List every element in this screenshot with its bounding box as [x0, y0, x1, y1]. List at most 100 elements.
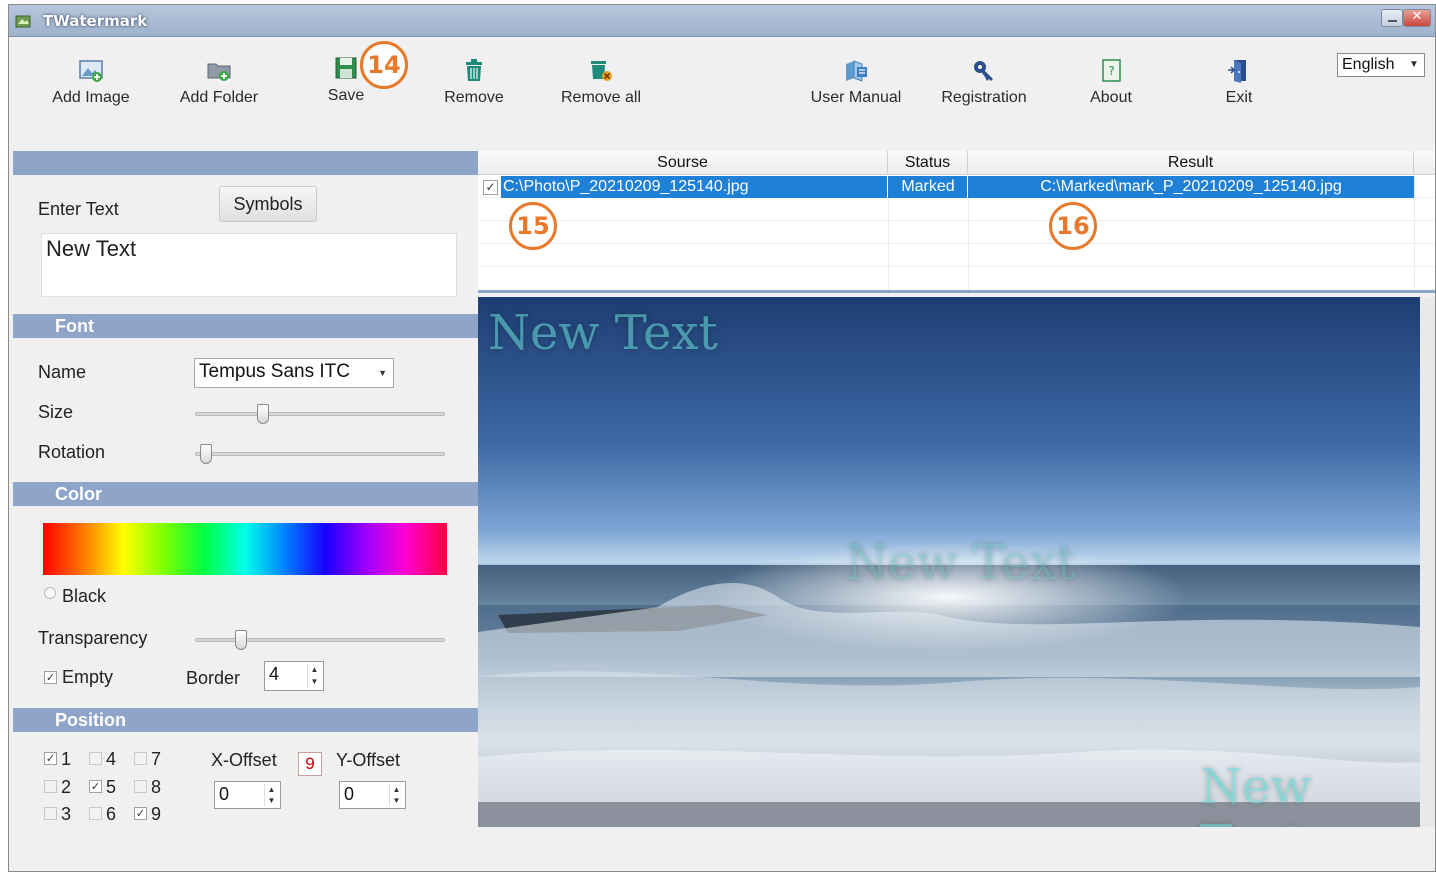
position-checkbox-2[interactable] [44, 780, 57, 793]
exit-button[interactable]: Exit [1179, 56, 1299, 116]
font-name-label: Name [38, 362, 87, 382]
app-icon [15, 15, 31, 28]
user-manual-button[interactable]: User Manual [796, 56, 916, 116]
position-checkbox-7[interactable] [134, 752, 147, 765]
position-label-3: 3 [61, 804, 72, 824]
user-manual-icon [846, 60, 867, 82]
y-offset-spinner[interactable]: 0 ▲ ▼ [339, 781, 406, 809]
column-header-status[interactable]: Status [888, 151, 968, 175]
key-icon [974, 61, 993, 81]
black-radio[interactable] [44, 587, 56, 599]
panel-header-bar [13, 151, 478, 175]
position-checkbox-6[interactable] [89, 807, 102, 820]
font-size-slider[interactable] [195, 404, 445, 424]
chevron-down-icon: ▼ [1409, 59, 1419, 70]
remove-all-icon [591, 61, 612, 81]
spinner-arrows-icon[interactable]: ▲ ▼ [389, 784, 403, 806]
slider-track [195, 412, 445, 416]
slider-track [195, 638, 445, 642]
about-label: About [1090, 89, 1132, 106]
slider-thumb[interactable] [257, 404, 269, 424]
black-label: Black [62, 586, 107, 606]
transparency-label: Transparency [38, 628, 148, 648]
font-size-label: Size [38, 402, 74, 422]
vertical-scrollbar[interactable] [1420, 297, 1435, 827]
registration-label: Registration [941, 89, 1027, 106]
rotation-label: Rotation [38, 442, 106, 462]
border-spinner[interactable]: 4 ▲ ▼ [264, 661, 324, 691]
slider-thumb[interactable] [200, 444, 212, 464]
position-checkbox-3[interactable] [44, 807, 57, 820]
about-button[interactable]: ? About [1051, 56, 1171, 116]
add-folder-label: Add Folder [179, 89, 259, 106]
transparency-slider[interactable] [195, 630, 445, 650]
add-image-button[interactable]: Add Image [31, 56, 151, 116]
position-checkbox-8[interactable] [134, 780, 147, 793]
position-checkbox-1[interactable]: ✓ [44, 752, 57, 765]
position-label-4: 4 [106, 749, 117, 769]
exit-icon [1228, 60, 1246, 83]
user-manual-label: User Manual [810, 89, 902, 106]
color-spectrum-picker[interactable] [43, 523, 447, 575]
settings-panel: Enter Text Symbols New Text Font Name Te… [13, 151, 478, 871]
title-bar: TWatermark ✕ [9, 5, 1435, 37]
spinner-arrows-icon[interactable]: ▲ ▼ [264, 784, 278, 806]
save-icon [335, 57, 357, 79]
border-value: 4 [269, 664, 280, 684]
minimize-button[interactable] [1381, 9, 1403, 27]
remove-label: Remove [444, 89, 504, 106]
font-section-header: Font [13, 314, 478, 338]
image-preview: New Text New Text New Text [478, 297, 1420, 827]
close-icon: ✕ [1411, 9, 1423, 24]
remove-all-button[interactable]: Remove all [541, 56, 661, 116]
font-name-value: Tempus Sans ITC [199, 361, 350, 382]
status-cell: Marked [901, 178, 955, 195]
add-folder-button[interactable]: Add Folder [159, 56, 279, 116]
watermark-text-input[interactable]: New Text [41, 233, 457, 297]
slider-thumb[interactable] [235, 630, 247, 650]
add-image-label: Add Image [52, 89, 130, 106]
help-icon: ? [1102, 59, 1121, 82]
language-value: English [1342, 56, 1395, 73]
rotation-slider[interactable] [195, 444, 445, 464]
save-label: Save [327, 87, 365, 104]
row-checkbox[interactable]: ✓ [483, 180, 498, 195]
y-offset-value: 0 [344, 784, 355, 804]
registration-button[interactable]: Registration [924, 56, 1044, 116]
table-header: Sourse Status Result [478, 151, 1435, 175]
watermark-center: New Text [846, 535, 1076, 591]
source-cell: C:\Photo\P_20210209_125140.jpg [503, 178, 749, 195]
add-image-icon [79, 60, 103, 82]
y-offset-label: Y-Offset [336, 750, 401, 770]
add-folder-icon [207, 63, 231, 81]
x-offset-spinner[interactable]: 0 ▲ ▼ [214, 781, 281, 809]
result-cell: C:\Marked\mark_P_20210209_125140.jpg [1040, 178, 1342, 195]
close-button[interactable]: ✕ [1403, 9, 1431, 27]
position-label-9: 9 [151, 804, 162, 824]
font-name-select[interactable]: Tempus Sans ITC ▼ [194, 358, 394, 388]
spinner-arrows-icon[interactable]: ▲ ▼ [307, 664, 321, 688]
position-checkbox-9[interactable]: ✓ [134, 807, 147, 820]
position-checkbox-5[interactable]: ✓ [89, 780, 102, 793]
empty-label: Empty [62, 667, 114, 687]
watermark-bottom-right: New Text [1200, 759, 1312, 827]
column-header-result[interactable]: Result [968, 151, 1414, 175]
table-row-empty [478, 199, 1435, 221]
column-header-source[interactable]: Sourse [478, 151, 888, 175]
position-section-header: Position [13, 708, 478, 732]
file-list-table: Sourse Status Result ✓ C:\Photo\P_202102… [478, 151, 1435, 293]
remove-button[interactable]: Remove [414, 56, 534, 116]
annotation-badge-15: 15 [509, 202, 557, 250]
position-label-7: 7 [151, 749, 162, 769]
color-section-header: Color [13, 482, 478, 506]
exit-label: Exit [1225, 89, 1253, 106]
empty-checkbox[interactable]: ✓ [44, 671, 57, 684]
position-label-1: 1 [61, 749, 72, 769]
window-title: TWatermark [43, 12, 148, 30]
enter-text-label: Enter Text [38, 199, 119, 219]
symbols-button[interactable]: Symbols [219, 186, 317, 222]
language-select[interactable]: English ▼ [1337, 53, 1425, 77]
table-row[interactable]: ✓ C:\Photo\P_20210209_125140.jpg Marked … [478, 176, 1435, 198]
toolbar: Add Image Add Folder Save Remove Remove … [9, 38, 1435, 150]
position-checkbox-4[interactable] [89, 752, 102, 765]
